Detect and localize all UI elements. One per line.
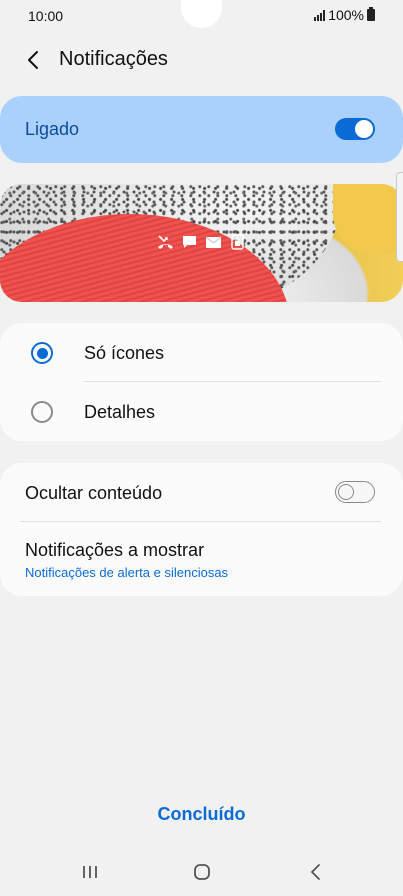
notifications-to-show-value: Notificações de alerta e silenciosas [25,565,229,580]
status-time: 10:00 [28,8,64,24]
option-label: Só ícones [84,343,165,363]
notification-icons [157,234,246,250]
recent-apps-icon[interactable] [78,860,102,884]
edge-panel-handle[interactable] [396,172,403,262]
done-button[interactable]: Concluído [0,804,403,825]
battery-percent: 100% [328,7,364,23]
toggle-knob [338,483,354,500]
settings-card: Ocultar conteúdo Notificações a mostrar … [0,463,403,596]
master-toggle[interactable] [335,118,375,140]
back-arrow-icon[interactable] [22,48,46,72]
option-details[interactable]: Detalhes [0,382,403,440]
chat-icon [183,236,196,248]
master-switch-row[interactable]: Ligado [0,96,403,163]
back-icon[interactable] [304,860,328,884]
navigation-bar [0,848,403,896]
camera-notch [181,0,222,28]
option-icons-only[interactable]: Só ícones [0,323,403,381]
hide-content-label: Ocultar conteúdo [25,483,163,503]
home-icon[interactable] [190,860,214,884]
style-options-card: Só ícones Detalhes [0,323,403,441]
wallpaper-yellow [333,184,403,254]
status-bar: 10:00 100% [0,0,403,32]
status-indicators: 100% [314,7,375,23]
toggle-knob [355,120,373,138]
missed-call-icon [158,235,173,249]
signal-icon [314,9,326,21]
option-label: Detalhes [84,402,156,422]
email-icon [205,236,222,248]
hide-content-toggle[interactable] [335,481,375,503]
app-header: Notificações [0,40,403,80]
lockscreen-preview [0,184,403,302]
master-switch-label: Ligado [25,119,80,139]
notifications-to-show-row[interactable]: Notificações a mostrar Notificações de a… [0,522,403,596]
battery-icon [367,7,375,21]
radio-button-checked[interactable] [31,342,53,364]
lock-icon [231,234,244,250]
radio-button-unchecked[interactable] [31,401,53,423]
hide-content-row[interactable]: Ocultar conteúdo [0,463,403,521]
notifications-to-show-label: Notificações a mostrar [25,540,205,560]
page-title: Notificações [59,48,168,70]
